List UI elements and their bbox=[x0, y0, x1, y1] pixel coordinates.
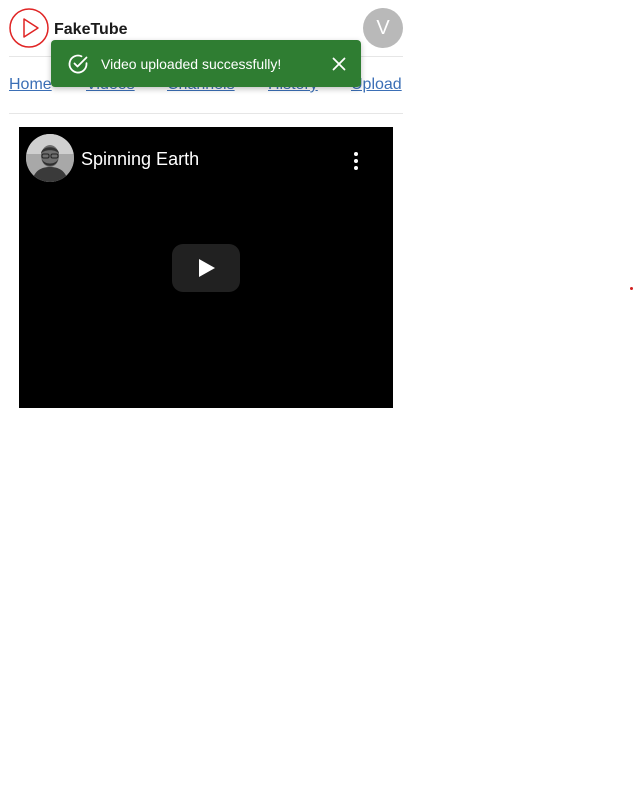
play-icon bbox=[198, 259, 216, 282]
video-title[interactable]: Spinning Earth bbox=[81, 149, 199, 170]
stray-marker bbox=[630, 287, 633, 290]
play-button[interactable] bbox=[172, 244, 240, 292]
more-vert-icon[interactable] bbox=[349, 151, 363, 171]
toast-message: Video uploaded successfully! bbox=[101, 56, 282, 72]
nav-divider bbox=[9, 113, 403, 114]
nav-link-home[interactable]: Home bbox=[9, 76, 52, 94]
brand-name[interactable]: FakeTube bbox=[54, 21, 128, 39]
check-circle-icon bbox=[67, 53, 89, 75]
user-avatar[interactable]: V bbox=[363, 8, 403, 48]
channel-avatar[interactable] bbox=[26, 134, 74, 182]
success-toast: Video uploaded successfully! bbox=[51, 40, 361, 87]
close-icon[interactable] bbox=[331, 56, 347, 72]
play-circle-icon[interactable] bbox=[9, 8, 49, 48]
video-player[interactable]: Spinning Earth bbox=[19, 127, 393, 408]
